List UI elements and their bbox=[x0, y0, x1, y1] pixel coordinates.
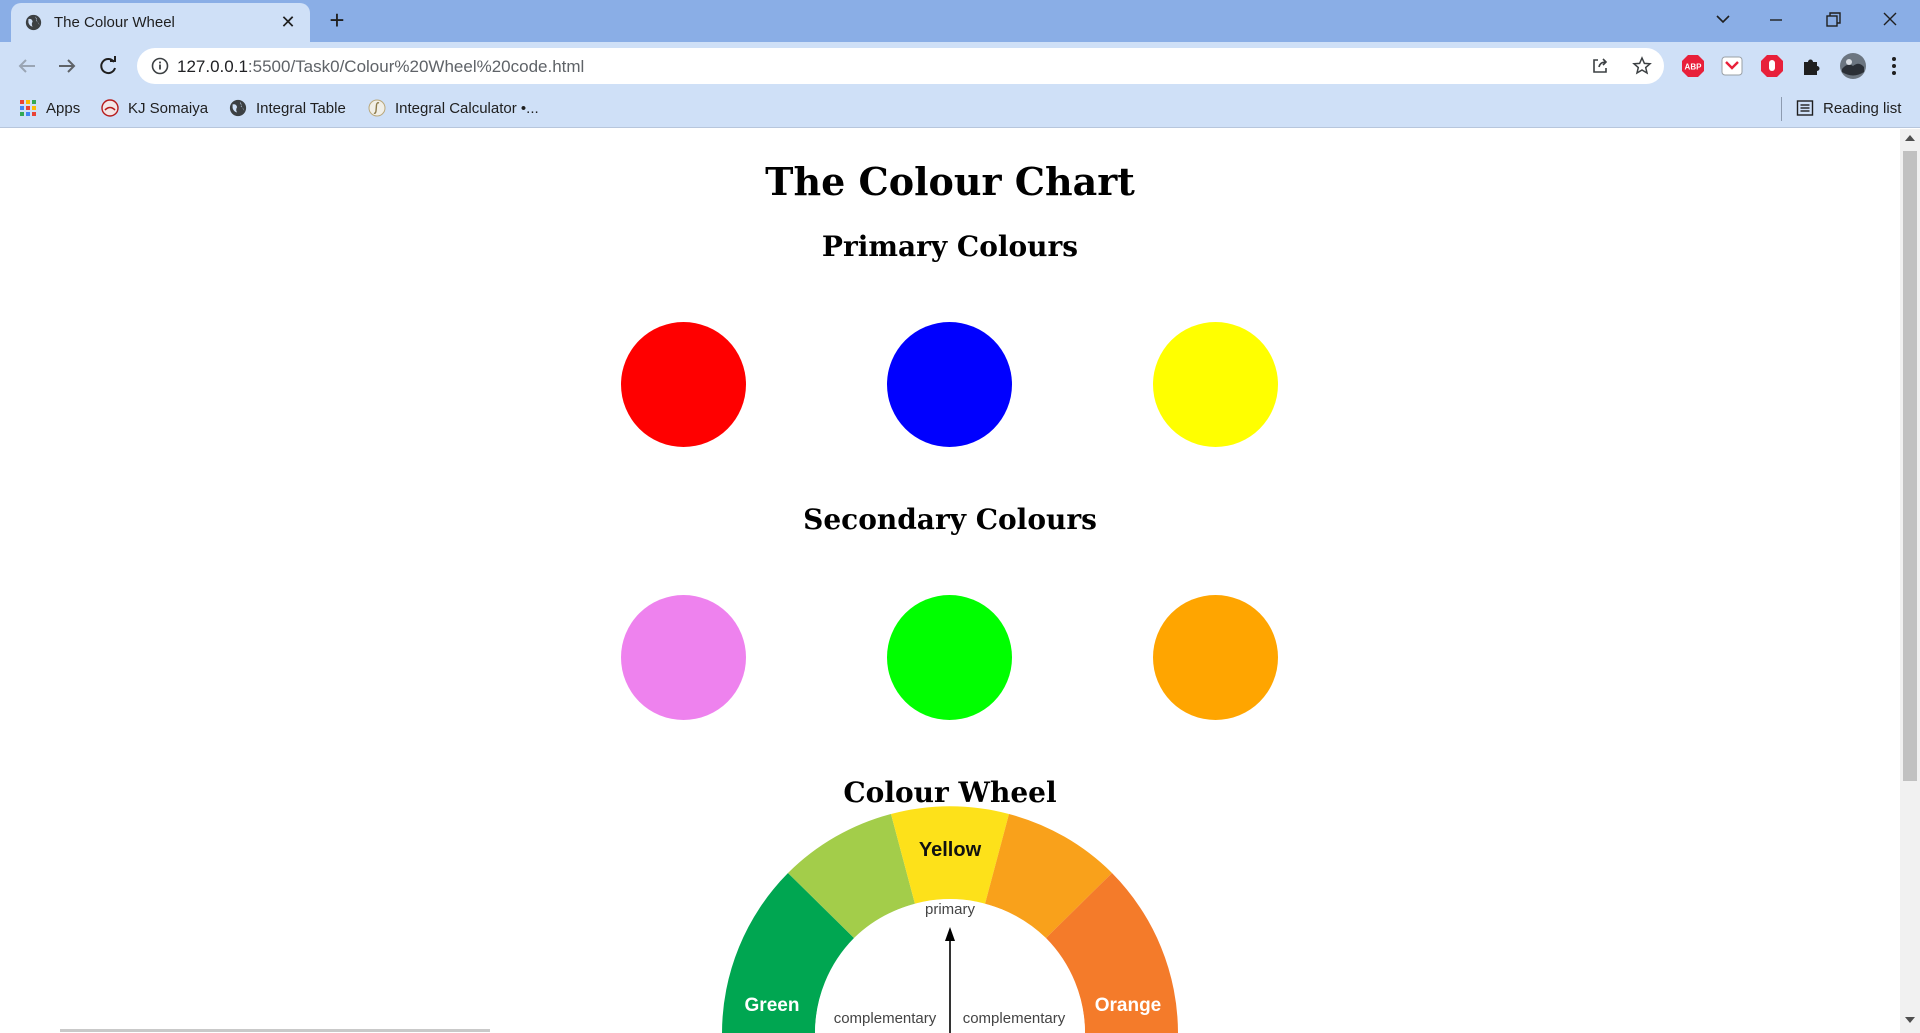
bookmark-integral-table[interactable]: Integral Table bbox=[229, 89, 346, 127]
vertical-scrollbar[interactable] bbox=[1900, 129, 1920, 1033]
integral-calculator-icon bbox=[368, 99, 386, 117]
secondary-colours-heading: Secondary Colours bbox=[803, 503, 1097, 536]
adblock-icon[interactable]: ABP bbox=[1681, 54, 1705, 78]
bookmark-apps[interactable]: Apps bbox=[19, 89, 80, 127]
wheel-label-complementary-right: complementary bbox=[963, 1010, 1066, 1027]
bookmark-label: Integral Table bbox=[256, 99, 346, 117]
secondary-colour-circle-green bbox=[887, 595, 1012, 720]
primary-colours-heading: Primary Colours bbox=[821, 230, 1079, 263]
bookmark-label: Integral Calculator •... bbox=[395, 99, 539, 117]
bookmark-separator bbox=[1781, 97, 1782, 121]
scrollbar-thumb[interactable] bbox=[1903, 151, 1917, 781]
tab-search-icon[interactable] bbox=[1703, 6, 1743, 34]
back-arrow-icon[interactable] bbox=[13, 52, 41, 80]
reading-list-icon bbox=[1796, 100, 1814, 116]
tab-title: The Colour Wheel bbox=[54, 14, 175, 31]
bookmark-star-icon[interactable] bbox=[1632, 56, 1652, 76]
url-host: 127.0.0.1 bbox=[177, 57, 248, 76]
site-info-icon[interactable] bbox=[151, 57, 169, 75]
close-tab-icon[interactable]: ✕ bbox=[277, 11, 299, 33]
tab-strip: The Colour Wheel ✕ + bbox=[0, 0, 1920, 42]
restore-icon[interactable] bbox=[1813, 6, 1853, 34]
wheel-label-yellow: Yellow bbox=[919, 839, 982, 861]
close-window-icon[interactable] bbox=[1870, 6, 1910, 34]
scroll-up-arrow-icon[interactable] bbox=[1905, 135, 1915, 141]
reload-icon[interactable] bbox=[94, 52, 122, 80]
minimize-icon[interactable] bbox=[1756, 6, 1796, 34]
primary-colour-circle-blue bbox=[887, 322, 1012, 447]
globe-icon bbox=[229, 99, 247, 117]
stop-hand-icon[interactable] bbox=[1760, 54, 1784, 78]
wheel-label-orange: Orange bbox=[1095, 995, 1162, 1016]
primary-colour-circle-yellow bbox=[1153, 322, 1278, 447]
wheel-label-primary: primary bbox=[925, 901, 976, 918]
toolbar: 127.0.0.1:5500/Task0/Colour%20Wheel%20co… bbox=[0, 42, 1920, 89]
bookmark-label: Apps bbox=[46, 99, 81, 117]
svg-text:ABP: ABP bbox=[1685, 63, 1703, 72]
primary-colour-circle-red bbox=[621, 322, 746, 447]
share-icon[interactable] bbox=[1590, 56, 1610, 76]
url-text: 127.0.0.1:5500/Task0/Colour%20Wheel%20co… bbox=[177, 57, 584, 77]
reading-list-button[interactable]: Reading list bbox=[1796, 89, 1901, 127]
page-title: The Colour Chart bbox=[765, 159, 1135, 204]
pocket-icon[interactable] bbox=[1720, 54, 1744, 78]
scroll-down-arrow-icon[interactable] bbox=[1905, 1017, 1915, 1023]
somaiya-logo-icon bbox=[101, 99, 119, 117]
bookmark-label: KJ Somaiya bbox=[128, 99, 209, 117]
horizontal-scrollbar-thumb[interactable] bbox=[60, 1029, 490, 1032]
new-tab-button[interactable]: + bbox=[324, 7, 350, 34]
wheel-label-complementary-left: complementary bbox=[834, 1010, 937, 1027]
bookmark-integral-calculator[interactable]: Integral Calculator •... bbox=[368, 89, 539, 127]
bookmark-kj-somaiya[interactable]: KJ Somaiya bbox=[101, 89, 208, 127]
globe-icon bbox=[25, 14, 42, 31]
colour-wheel-image: Yellow Green Orange primary complementar… bbox=[722, 806, 1178, 1033]
reading-list-label: Reading list bbox=[1823, 99, 1902, 117]
secondary-colour-circle-violet bbox=[621, 595, 746, 720]
bookmarks-bar: Apps KJ Somaiya Integral Table Integral … bbox=[0, 89, 1920, 128]
forward-arrow-icon[interactable] bbox=[53, 52, 81, 80]
browser-tab[interactable]: The Colour Wheel ✕ bbox=[11, 3, 310, 42]
more-menu-icon[interactable] bbox=[1882, 54, 1906, 78]
apps-grid-icon bbox=[20, 100, 36, 116]
extensions-puzzle-icon[interactable] bbox=[1800, 54, 1824, 78]
wheel-label-green: Green bbox=[745, 995, 800, 1016]
secondary-colour-circle-orange bbox=[1153, 595, 1278, 720]
url-path: :5500/Task0/Colour%20Wheel%20code.html bbox=[247, 57, 585, 76]
address-bar[interactable]: 127.0.0.1:5500/Task0/Colour%20Wheel%20co… bbox=[137, 48, 1664, 84]
profile-avatar[interactable] bbox=[1839, 52, 1867, 80]
